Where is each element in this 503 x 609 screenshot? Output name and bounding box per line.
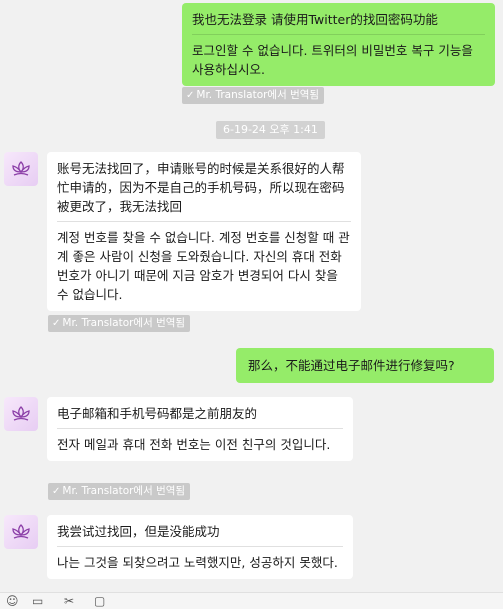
message-translation-text: 계정 번호를 찾을 수 없습니다. 계정 번호를 신청할 때 관계 좋은 사람이… [57,221,351,304]
message-bubble-sent[interactable]: 那么，不能通过电子邮件进行修复吗? [236,348,494,383]
message-bubble-received[interactable]: 账号无法找回了，申请账号的时候是关系很好的人帮忙申请的，因为不是自己的手机号码，… [47,152,361,311]
message-bubble-received[interactable]: 电子邮箱和手机号码都是之前朋友的 전자 메일과 휴대 전화 번호는 이전 친구의… [47,397,353,461]
check-icon: ✓ [186,90,195,101]
translator-tag[interactable]: ✓ Mr. Translator에서 번역됨 [48,315,191,332]
emoji-icon[interactable]: ☺ [6,594,19,608]
message-translation-text: 전자 메일과 휴대 전화 번호는 이전 친구의 것입니다. [57,428,343,454]
lotus-icon [12,406,30,421]
timestamp: 6-19-24 오후 1:41 [216,121,325,139]
message-original-text: 那么，不能通过电子邮件进行修复吗? [248,358,455,373]
lotus-icon [12,161,30,176]
input-toolbar: ☺ ▭ ✂ ▢ [0,592,503,609]
message-original-text: 我也无法登录 请使用Twitter的找回密码功能 [192,12,438,27]
message-original-text: 我尝试过找回，但是没能成功 [57,524,220,539]
history-icon[interactable]: ▢ [94,594,105,608]
message-original-text: 电子邮箱和手机号码都是之前朋友的 [57,406,258,421]
check-icon: ✓ [52,318,61,329]
message-original-text: 账号无法找回了，申请账号的时候是关系很好的人帮忙申请的，因为不是自己的手机号码，… [57,161,345,214]
message-bubble-sent[interactable]: 我也无法登录 请使用Twitter的找回密码功能 로그인할 수 없습니다. 트위… [182,3,495,86]
lotus-icon [12,524,30,539]
message-translation-text: 나는 그것을 되찾으려고 노력했지만, 성공하지 못했다. [57,546,343,572]
contact-avatar[interactable] [4,152,38,186]
message-translation-text: 로그인할 수 없습니다. 트위터의 비밀번호 복구 기능을 사용하십시오. [192,34,485,79]
translator-tag[interactable]: ✓ Mr. Translator에서 번역됨 [48,483,191,500]
scissors-icon[interactable]: ✂ [64,594,74,608]
translator-tag[interactable]: ✓ Mr. Translator에서 번역됨 [182,87,325,104]
message-bubble-received[interactable]: 我尝试过找回，但是没能成功 나는 그것을 되찾으려고 노력했지만, 성공하지 못… [47,515,353,579]
contact-avatar[interactable] [4,397,38,431]
folder-icon[interactable]: ▭ [32,594,43,608]
contact-avatar[interactable] [4,515,38,549]
chat-area: 我也无法登录 请使用Twitter的找回密码功能 로그인할 수 없습니다. 트위… [0,0,503,592]
check-icon: ✓ [52,486,61,497]
